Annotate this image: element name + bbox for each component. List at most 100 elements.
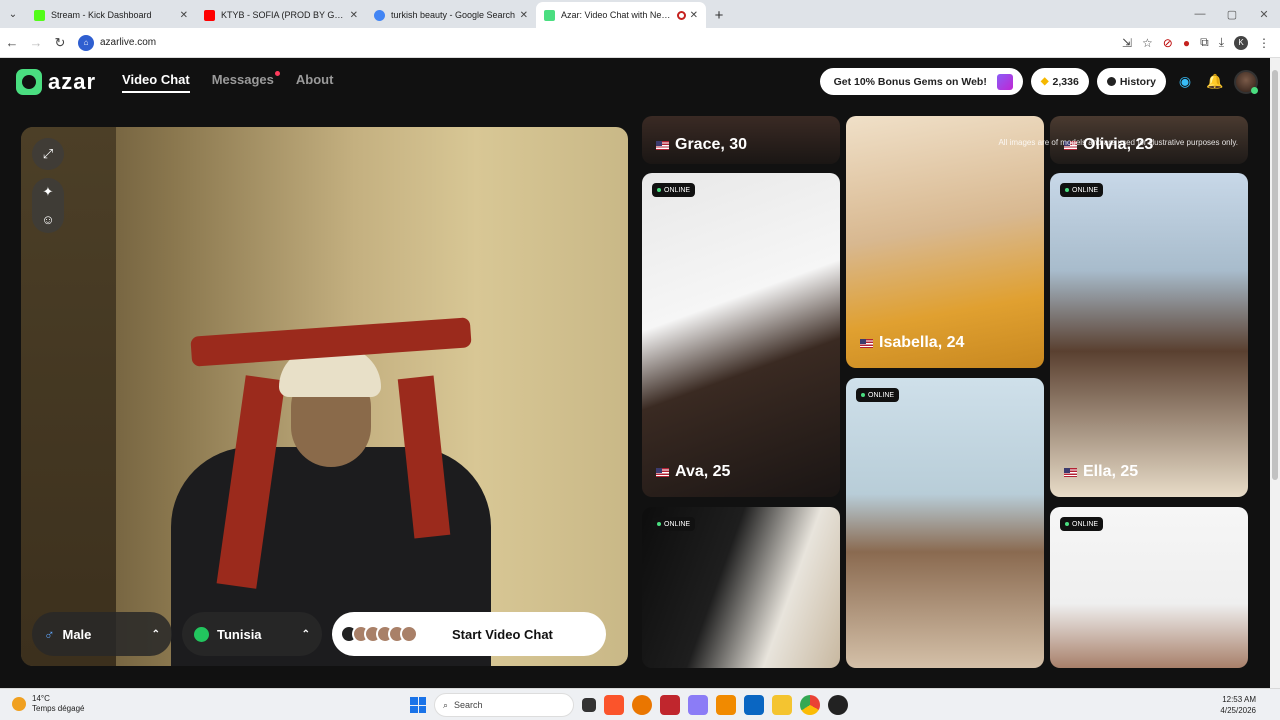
nav-messages[interactable]: Messages [211, 70, 280, 93]
start-icon[interactable] [410, 697, 426, 713]
tab-title: Azar: Video Chat with New... [561, 10, 673, 20]
block-icon[interactable]: ⊘ [1163, 36, 1173, 50]
country-selector[interactable]: Tunisia ⌃ [182, 612, 322, 656]
tab-google[interactable]: turkish beauty - Google Search ✕ [366, 2, 536, 28]
nav-label: Messages [211, 71, 274, 87]
globe-icon [194, 626, 209, 642]
us-flag-icon [656, 140, 669, 150]
blender-icon[interactable] [632, 695, 652, 715]
minimize-icon[interactable]: — [1184, 0, 1216, 28]
avatar[interactable] [1234, 69, 1258, 94]
profile-card[interactable]: ONLINE Ava, 25 [642, 173, 840, 497]
profile-name: Ava, 25 [675, 463, 731, 480]
site-header: azar Video Chat Messages About Get 10% B… [0, 58, 1270, 106]
chat-bubble-icon[interactable]: ◉ [1174, 71, 1196, 93]
gender-label: Male [62, 626, 92, 642]
tab-youtube[interactable]: KTYB - SOFIA (PROD BY GAL3Y... ✕ [196, 2, 366, 28]
browser-toolbar: ⇲ ☆ ⊘ ● ⧉ ⤓ K ⋮ [1122, 35, 1270, 50]
history-button[interactable]: History [1096, 68, 1166, 95]
bell-icon[interactable]: 🔔 [1204, 71, 1226, 93]
magic-wand-icon[interactable]: ✦ [43, 184, 54, 200]
tab-kick[interactable]: Stream - Kick Dashboard ✕ [26, 2, 196, 28]
forward-icon[interactable]: → [24, 35, 48, 50]
us-flag-icon [860, 338, 873, 348]
profile-card[interactable]: Isabella, 24 [846, 116, 1044, 368]
video-tools: ⤢ ✦ ☺ [32, 138, 64, 233]
bonus-gems-button[interactable]: Get 10% Bonus Gems on Web! [819, 68, 1023, 95]
taskbar-apps: ⌕ Search [410, 693, 848, 717]
close-icon[interactable]: ✕ [690, 10, 698, 21]
nav-video-chat[interactable]: Video Chat [122, 72, 190, 93]
online-badge: ONLINE [652, 183, 696, 197]
taskbar-search[interactable]: ⌕ Search [434, 693, 574, 717]
us-flag-icon [656, 467, 669, 477]
tab-azar[interactable]: Azar: Video Chat with New... ✕ [536, 2, 706, 28]
close-icon[interactable]: ✕ [350, 10, 358, 21]
obs-icon[interactable] [828, 695, 848, 715]
weather-moon-icon [12, 697, 26, 711]
face-filter-icon[interactable]: ☺ [41, 212, 54, 227]
video-controls: ♂ Male ⌃ Tunisia ⌃ Start Video Chat [32, 612, 606, 656]
tab-title: Stream - Kick Dashboard [51, 10, 152, 20]
address-bar-row: ← → ↻ ⌂ azarlive.com ⇲ ☆ ⊘ ● ⧉ ⤓ K ⋮ [0, 28, 1280, 58]
disclaimer-text: All images are of models and are used fo… [998, 138, 1238, 147]
effects-group: ✦ ☺ [32, 178, 64, 233]
profile-card[interactable]: ONLINE [1050, 507, 1248, 668]
page-scrollbar[interactable] [1270, 58, 1280, 688]
close-window-icon[interactable]: ✕ [1248, 0, 1280, 28]
notification-dot [274, 70, 280, 76]
user-faces-stack [340, 625, 418, 643]
new-tab-button[interactable]: + [706, 2, 732, 28]
url-text: azarlive.com [100, 37, 157, 48]
profile-card[interactable]: ONLINE [846, 378, 1044, 668]
profile-card[interactable]: Grace, 30 [642, 116, 840, 164]
weather-widget[interactable]: 14°C Temps dégagé [12, 694, 84, 714]
system-clock[interactable]: 12:53 AM 4/25/2026 [1220, 694, 1256, 716]
url-field[interactable]: ⌂ azarlive.com [78, 34, 1122, 51]
azar-logo-icon [16, 69, 42, 95]
file-explorer-icon[interactable] [772, 695, 792, 715]
nav-about[interactable]: About [296, 72, 334, 93]
scrollbar-thumb[interactable] [1272, 70, 1278, 480]
maximize-icon[interactable]: ▢ [1216, 0, 1248, 28]
start-video-chat-button[interactable]: Start Video Chat [332, 612, 606, 656]
search-placeholder: Search [454, 700, 483, 710]
profile-card[interactable]: ONLINE Ella, 25 [1050, 173, 1248, 497]
site-info-icon[interactable]: ⌂ [78, 34, 94, 51]
weather-desc: Temps dégagé [32, 704, 85, 713]
profile-icon[interactable]: K [1234, 35, 1248, 50]
back-icon[interactable]: ← [0, 35, 24, 50]
main-nav: Video Chat Messages About [122, 70, 334, 93]
reload-icon[interactable]: ↻ [48, 35, 72, 51]
gender-selector[interactable]: ♂ Male ⌃ [32, 612, 172, 656]
app-purple-icon[interactable] [688, 695, 708, 715]
gems-count: 2,336 [1052, 75, 1079, 88]
fullscreen-icon[interactable]: ⤢ [32, 138, 64, 170]
extensions-icon[interactable]: ⧉ [1200, 35, 1209, 50]
profile-card[interactable]: ONLINE [642, 507, 840, 668]
brave-icon[interactable] [604, 695, 624, 715]
close-icon[interactable]: ✕ [180, 10, 188, 21]
store-icon[interactable] [744, 695, 764, 715]
close-icon[interactable]: ✕ [520, 10, 528, 21]
online-badge: ONLINE [856, 388, 900, 402]
video-panel: ⤢ ✦ ☺ ♂ Male ⌃ Tunisia ⌃ Start Video Cha… [21, 127, 628, 666]
download-icon[interactable]: ⤓ [1219, 35, 1224, 50]
vlc-icon[interactable] [716, 695, 736, 715]
bookmark-star-icon[interactable]: ☆ [1142, 36, 1153, 50]
youtube-icon [204, 9, 215, 21]
extension-record-icon[interactable]: ● [1183, 36, 1190, 50]
tab-title: KTYB - SOFIA (PROD BY GAL3Y... [221, 10, 346, 20]
time: 12:53 AM [1222, 695, 1256, 704]
azar-logo[interactable]: azar [16, 69, 96, 95]
google-icon [374, 9, 385, 21]
install-icon[interactable]: ⇲ [1122, 36, 1132, 50]
task-view-icon[interactable] [582, 698, 596, 712]
windows-taskbar: 14°C Temps dégagé ⌕ Search 12:53 AM 4/25… [0, 688, 1280, 720]
menu-icon[interactable]: ⋮ [1258, 36, 1270, 50]
profile-name: Ella, 25 [1083, 463, 1139, 480]
tab-search-button[interactable]: ⌄ [0, 0, 26, 28]
gems-balance[interactable]: ◆ 2,336 [1030, 68, 1089, 95]
chrome-icon[interactable] [800, 695, 820, 715]
app-l-icon[interactable] [660, 695, 680, 715]
